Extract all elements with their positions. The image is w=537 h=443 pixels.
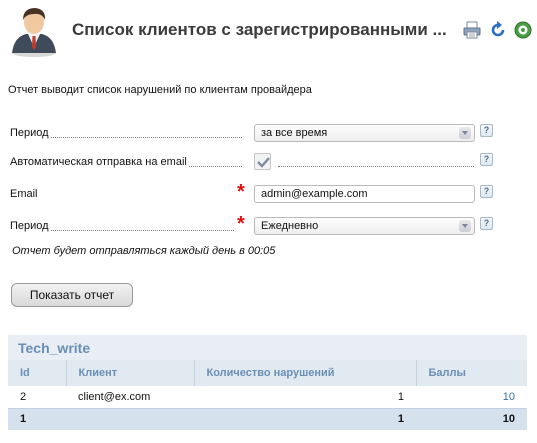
column-header-points[interactable]: Баллы	[415, 360, 527, 386]
period-select[interactable]: за все время	[254, 124, 475, 142]
report-header: Список клиентов с зарегистрированными ..…	[0, 0, 537, 64]
email-input[interactable]	[261, 188, 466, 200]
report-description: Отчет выводит список нарушений по клиент…	[8, 84, 312, 96]
checkmark-icon	[257, 157, 270, 168]
table-total-row: 1 1 10	[8, 407, 527, 430]
settings-icon[interactable]	[514, 21, 532, 39]
period-row: Период за все время ?	[0, 123, 537, 145]
column-header-client[interactable]: Клиент	[65, 360, 194, 386]
column-header-id[interactable]: Id	[8, 360, 66, 386]
table-header-row: Id Клиент Количество нарушений Баллы	[8, 360, 527, 386]
help-icon[interactable]: ?	[480, 124, 493, 137]
required-marker: *	[235, 181, 247, 203]
cell-id: 2	[20, 390, 27, 403]
period-select-value: за все время	[261, 127, 328, 139]
report-table-section: Tech_write Id Клиент Количество нарушени…	[8, 335, 527, 430]
cell-client: client@ex.com	[78, 390, 151, 403]
email-row: Email * ?	[0, 181, 537, 206]
column-header-violations[interactable]: Количество нарушений	[193, 360, 416, 386]
show-report-button[interactable]: Показать отчет	[11, 283, 133, 307]
total-violations: 1	[194, 407, 416, 430]
auto-send-row: Автоматическая отправка на email ?	[0, 152, 537, 174]
total-points: 10	[416, 407, 527, 430]
report-title: Tech_write	[8, 335, 527, 360]
page-title: Список клиентов с зарегистрированными ..…	[72, 20, 447, 39]
auto-send-label: Автоматическая отправка на email	[10, 156, 189, 168]
chevron-down-icon[interactable]	[459, 220, 471, 232]
refresh-icon[interactable]	[489, 21, 507, 39]
total-id: 1	[8, 407, 66, 430]
table-row: 2 client@ex.com 1 10	[8, 386, 527, 408]
schedule-note: Отчет будет отправляться каждый день в 0…	[12, 245, 276, 257]
user-avatar-icon	[12, 8, 56, 57]
cell-points-link[interactable]: 10	[416, 386, 527, 408]
print-icon[interactable]	[463, 21, 481, 39]
chevron-down-icon[interactable]	[459, 127, 471, 139]
send-period-label: Период	[10, 220, 51, 232]
email-field[interactable]	[254, 185, 475, 203]
send-period-row: Период * Ежедневно ?	[0, 213, 537, 238]
email-label: Email	[10, 188, 40, 200]
send-period-select[interactable]: Ежедневно	[254, 217, 475, 235]
cell-violations: 1	[397, 390, 404, 403]
period-label: Период	[10, 127, 51, 139]
report-table: Id Клиент Количество нарушений Баллы 2 c…	[8, 360, 527, 430]
send-period-select-value: Ежедневно	[261, 220, 319, 232]
total-client	[66, 407, 194, 430]
help-icon[interactable]: ?	[480, 217, 493, 230]
help-icon[interactable]: ?	[480, 153, 493, 166]
auto-send-checkbox[interactable]	[254, 153, 271, 170]
help-icon[interactable]: ?	[480, 185, 493, 198]
required-marker: *	[235, 213, 247, 235]
dotted-leader	[278, 166, 474, 167]
